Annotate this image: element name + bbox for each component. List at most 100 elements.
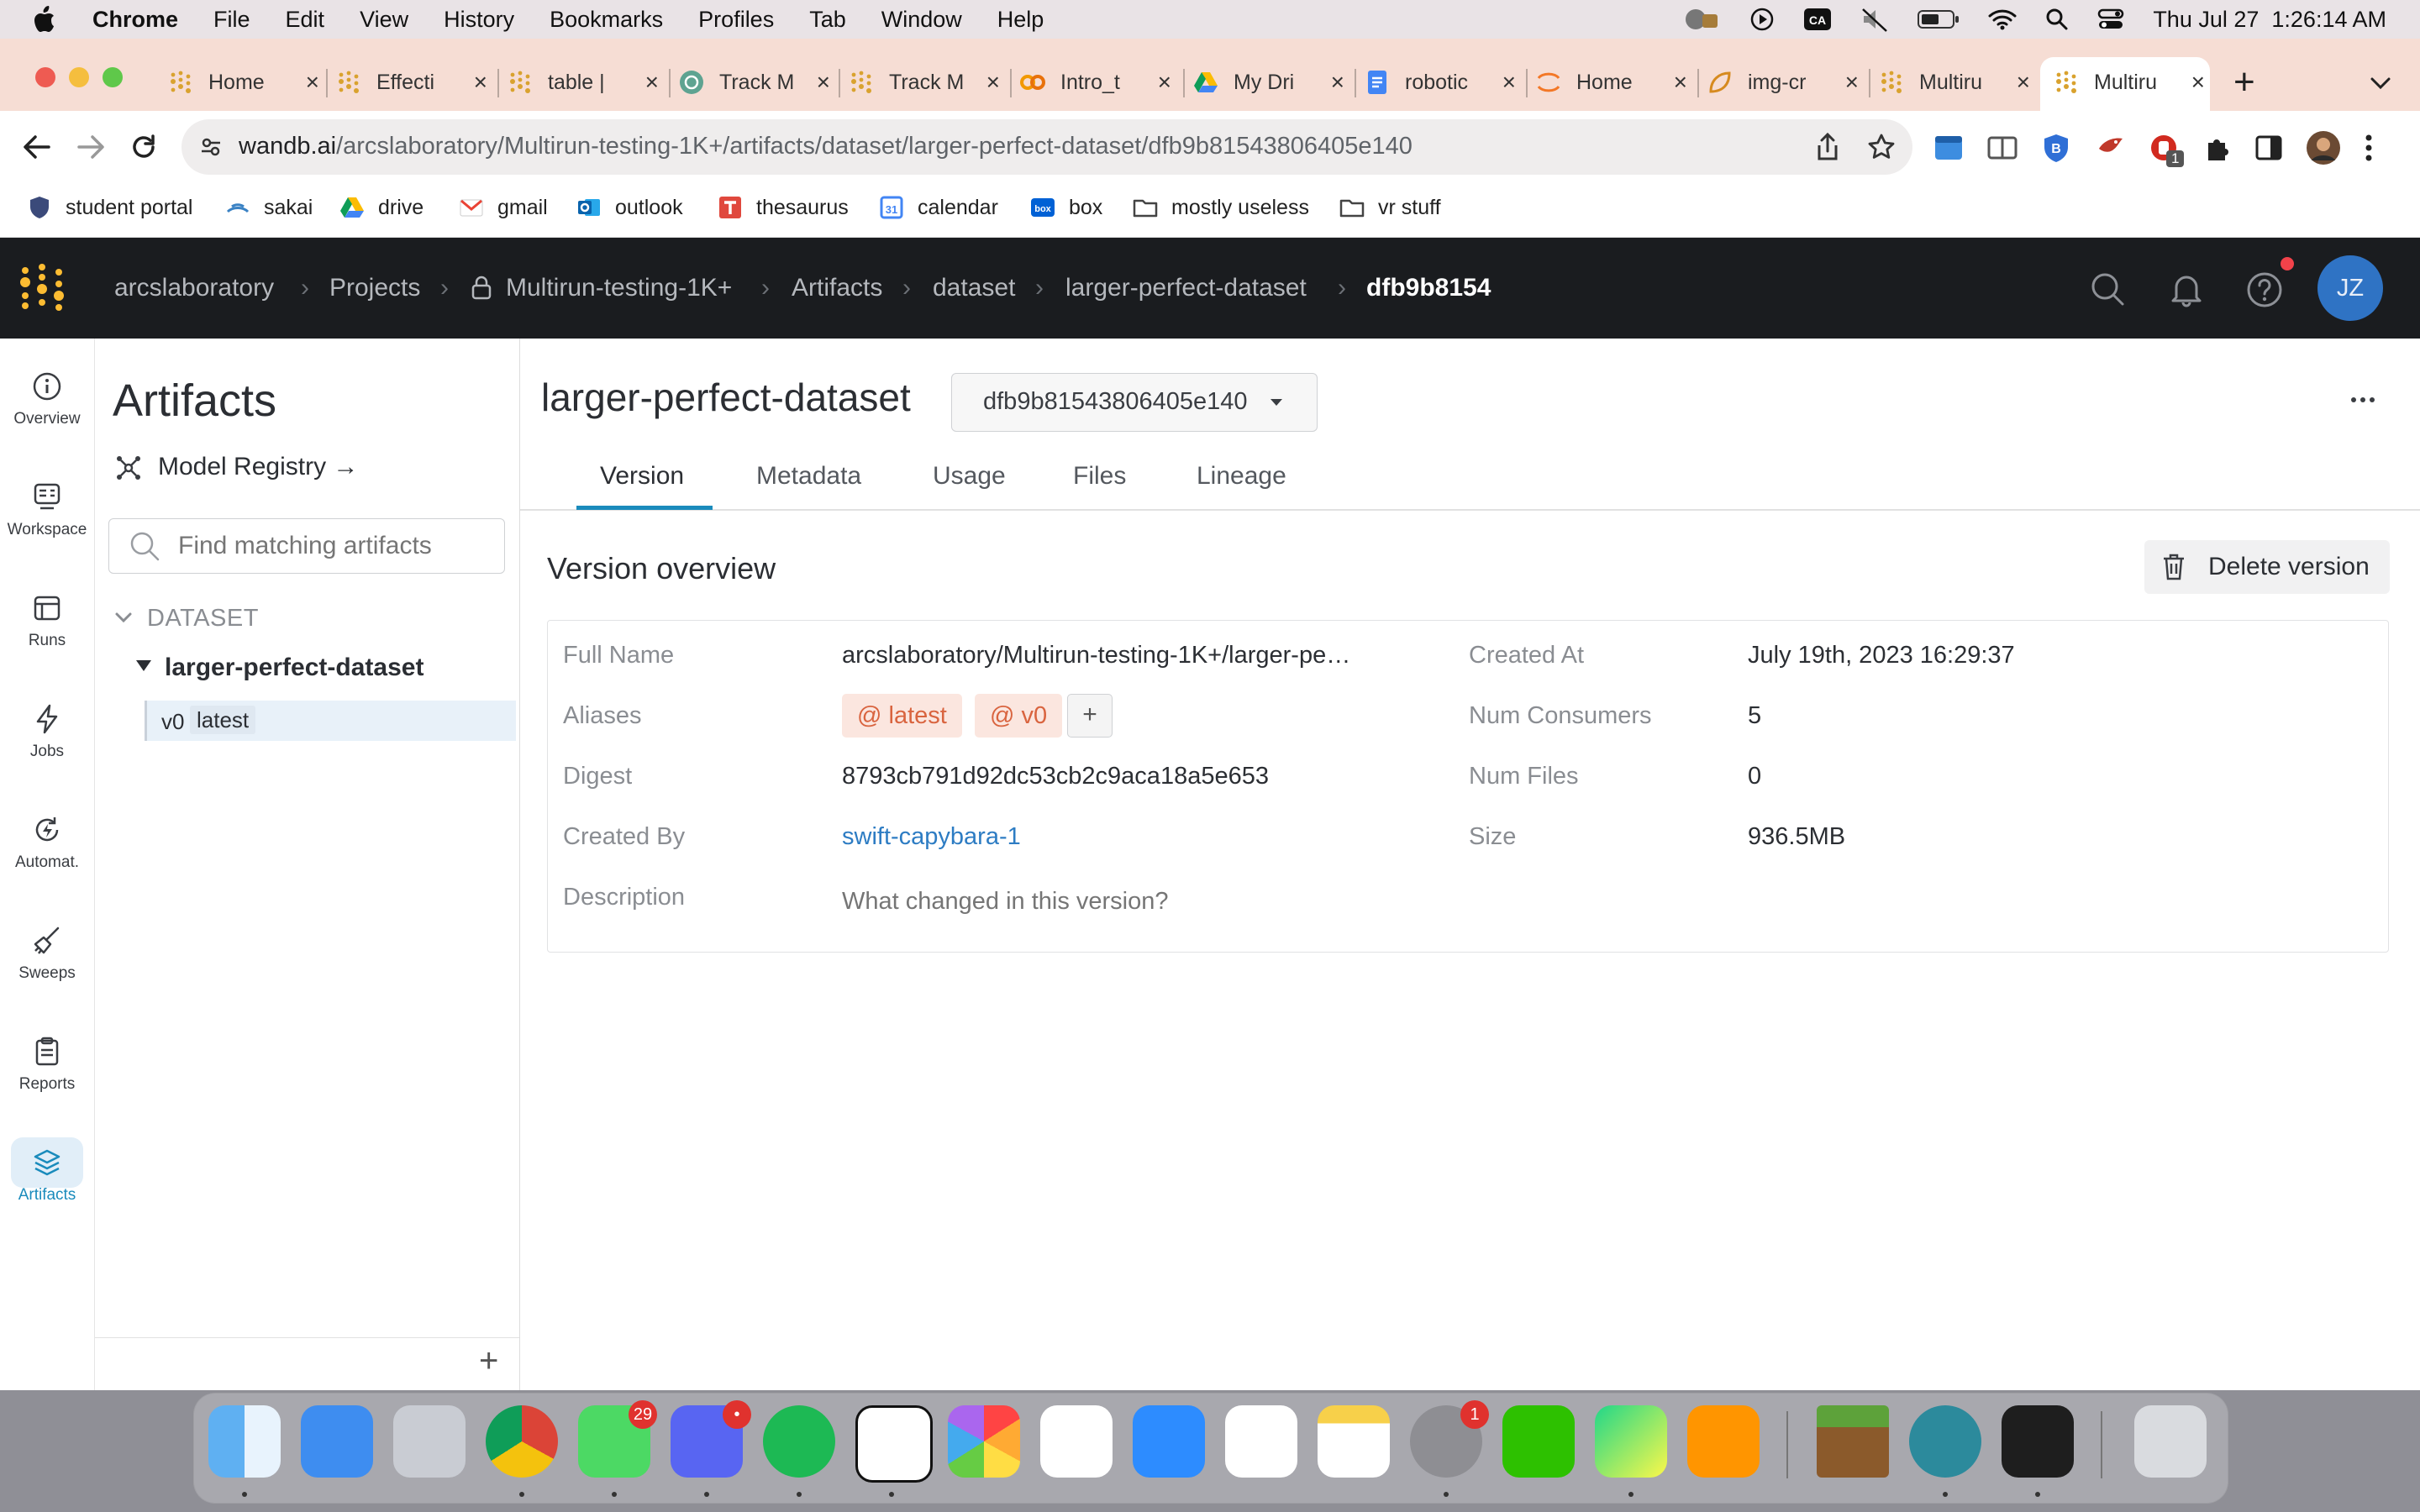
tab-search-chevron-icon[interactable]: [2370, 76, 2391, 91]
browser-tab[interactable]: Track M ×: [679, 59, 830, 106]
tab-close-icon[interactable]: ×: [1331, 71, 1344, 94]
help-icon[interactable]: [2245, 270, 2284, 309]
battery-icon[interactable]: [1918, 8, 1960, 30]
status-camera-icon[interactable]: [1684, 7, 1721, 32]
extension-b-shield-icon[interactable]: B: [2040, 132, 2072, 164]
browser-tab[interactable]: img-cr ×: [1707, 59, 1859, 106]
side-panel-icon[interactable]: [2254, 133, 2284, 163]
rail-item-overview[interactable]: Overview: [0, 370, 94, 428]
control-center-icon[interactable]: [2097, 8, 2124, 31]
chrome-icon[interactable]: [486, 1405, 558, 1478]
artifact-type-group[interactable]: DATASET: [147, 605, 259, 633]
user-avatar[interactable]: JZ: [2317, 255, 2383, 321]
browser-tab[interactable]: Home ×: [1536, 59, 1687, 106]
menu-history[interactable]: History: [444, 7, 514, 33]
tab-close-icon[interactable]: ×: [2191, 71, 2205, 94]
zoom-icon[interactable]: [1133, 1405, 1205, 1478]
tab-close-icon[interactable]: ×: [817, 71, 830, 94]
share-icon[interactable]: [1815, 133, 1840, 161]
artifact-collection-item[interactable]: larger-perfect-dataset: [165, 654, 424, 682]
books-icon[interactable]: [1687, 1405, 1760, 1478]
search-icon[interactable]: [2089, 270, 2126, 307]
bookmark-item[interactable]: drive: [339, 193, 424, 222]
mute-icon[interactable]: [1860, 7, 1889, 32]
full-name-value[interactable]: arcslaboratory/Multirun-testing-1K+/larg…: [842, 642, 1350, 669]
forward-arrow-icon[interactable]: [76, 133, 106, 161]
rail-item-automations[interactable]: Automat.: [0, 813, 94, 872]
menu-edit[interactable]: Edit: [286, 7, 325, 33]
trash-can-icon[interactable]: [2134, 1405, 2207, 1478]
notes-icon[interactable]: [1318, 1405, 1390, 1478]
browser-tab[interactable]: robotic ×: [1365, 59, 1516, 106]
description-input[interactable]: [840, 884, 1432, 919]
browser-tab[interactable]: Home ×: [168, 59, 319, 106]
site-info-icon[interactable]: [200, 136, 222, 158]
extensions-puzzle-icon[interactable]: [2202, 133, 2232, 163]
tab-close-icon[interactable]: ×: [1158, 71, 1171, 94]
breadcrumb-type[interactable]: dataset: [933, 274, 1015, 302]
window-zoom-button[interactable]: [103, 67, 123, 87]
profile-avatar-icon[interactable]: [2306, 130, 2341, 165]
menu-bookmarks[interactable]: Bookmarks: [550, 7, 663, 33]
rail-item-artifacts[interactable]: Artifacts: [0, 1146, 94, 1205]
rail-item-reports[interactable]: Reports: [0, 1035, 94, 1094]
tab-usage[interactable]: Usage: [933, 462, 1006, 491]
rail-item-runs[interactable]: Runs: [0, 591, 94, 650]
bookmark-item[interactable]: gmail: [459, 193, 548, 222]
menu-view[interactable]: View: [360, 7, 408, 33]
menubar-clock[interactable]: Thu Jul 27 1:26:14 AM: [2153, 7, 2386, 33]
vpn-icon[interactable]: [1909, 1405, 1981, 1478]
photos-icon[interactable]: [948, 1405, 1020, 1478]
extension-bird-icon[interactable]: [2094, 132, 2126, 164]
browser-tab[interactable]: Track M ×: [849, 59, 1000, 106]
alias-tag-v0[interactable]: @ v0: [975, 694, 1063, 738]
window-minimize-button[interactable]: [69, 67, 89, 87]
launchpad-icon[interactable]: [393, 1405, 466, 1478]
tab-close-icon[interactable]: ×: [306, 71, 319, 94]
wechat-icon[interactable]: [1502, 1405, 1575, 1478]
window-close-button[interactable]: [35, 67, 55, 87]
breadcrumb-project[interactable]: Multirun-testing-1K+: [506, 274, 732, 302]
notifications-bell-icon[interactable]: [2168, 270, 2205, 307]
bookmark-item[interactable]: vr stuff: [1339, 193, 1441, 222]
browser-tab[interactable]: Intro_t ×: [1020, 59, 1171, 106]
tab-close-icon[interactable]: ×: [2017, 71, 2030, 94]
back-arrow-icon[interactable]: [22, 133, 52, 161]
browser-tab[interactable]: Multiru ×: [2054, 59, 2205, 106]
tab-close-icon[interactable]: ×: [645, 71, 659, 94]
tab-close-icon[interactable]: ×: [1674, 71, 1687, 94]
minecraft-icon[interactable]: [1817, 1405, 1889, 1478]
bookmark-item[interactable]: student portal: [27, 193, 193, 222]
add-artifact-button[interactable]: +: [479, 1344, 498, 1378]
breadcrumb-collection[interactable]: larger-perfect-dataset: [1065, 274, 1307, 302]
rail-item-jobs[interactable]: Jobs: [0, 702, 94, 761]
bookmark-item[interactable]: outlook: [576, 193, 683, 222]
browser-tab[interactable]: table | ×: [508, 59, 659, 106]
tab-close-icon[interactable]: ×: [1845, 71, 1859, 94]
bookmark-item[interactable]: box box: [1030, 193, 1102, 222]
bookmark-item[interactable]: thesaurus: [718, 193, 849, 222]
browser-tab[interactable]: Effecti ×: [336, 59, 487, 106]
finder-icon[interactable]: [208, 1405, 281, 1478]
add-alias-button[interactable]: +: [1067, 694, 1113, 738]
menu-help[interactable]: Help: [997, 7, 1044, 33]
caret-down-icon[interactable]: [134, 659, 153, 674]
address-url[interactable]: wandb.ai/arcslaboratory/Multirun-testing…: [239, 133, 1413, 160]
menu-app-name[interactable]: Chrome: [92, 7, 178, 33]
notion-icon[interactable]: [855, 1405, 933, 1483]
tab-files[interactable]: Files: [1073, 462, 1126, 491]
apple-icon[interactable]: [29, 5, 59, 34]
bookmark-item[interactable]: 31 calendar: [879, 193, 998, 222]
breadcrumb-projects[interactable]: Projects: [329, 274, 420, 302]
spotify-icon[interactable]: [763, 1405, 835, 1478]
bookmark-item[interactable]: sakai: [225, 193, 313, 222]
tab-lineage[interactable]: Lineage: [1197, 462, 1286, 491]
tab-close-icon[interactable]: ×: [1502, 71, 1516, 94]
chevron-down-icon[interactable]: [114, 608, 133, 627]
bookmark-item[interactable]: mostly useless: [1133, 193, 1309, 222]
menu-profiles[interactable]: Profiles: [698, 7, 774, 33]
bookmark-star-icon[interactable]: [1867, 133, 1896, 161]
terminal-icon[interactable]: [2002, 1405, 2074, 1478]
extension-window-icon[interactable]: [1933, 132, 1965, 164]
extension-reader-icon[interactable]: [1986, 132, 2018, 164]
